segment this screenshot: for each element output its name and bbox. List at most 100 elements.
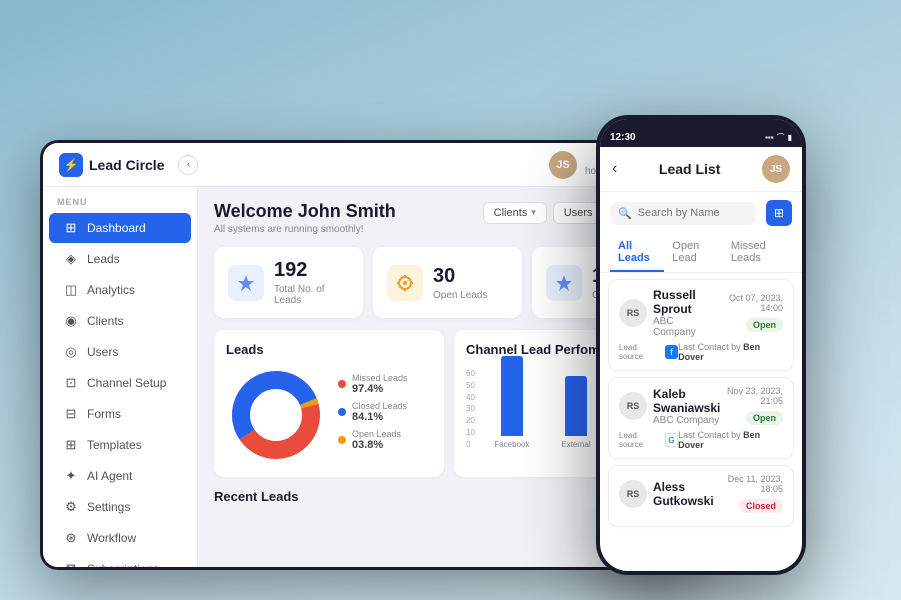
sidebar-item-templates[interactable]: ⊞ Templates — [49, 430, 191, 460]
sidebar-item-dashboard[interactable]: ⊞ Dashboard — [49, 213, 191, 243]
y-label-60: 60 — [466, 369, 475, 378]
lead-2-source: Lead source G — [619, 431, 678, 449]
lead-2-date: Nov 23, 2023, 21:05 — [722, 386, 783, 406]
sidebar-item-leads[interactable]: ◈ Leads — [49, 244, 191, 274]
stat-card-total-leads: 192 Total No. of Leads — [214, 247, 363, 318]
clients-chevron: ▾ — [531, 207, 536, 218]
stat-total-leads-info: 192 Total No. of Leads — [274, 259, 349, 306]
sidebar-item-ai-agent[interactable]: ✦ AI Agent — [49, 461, 191, 491]
lead-2-name: Kaleb Swaniawski — [653, 387, 722, 415]
sidebar-label-forms: Forms — [87, 407, 121, 421]
clients-filter[interactable]: Clients ▾ — [483, 202, 547, 224]
channel-setup-icon: ⊡ — [63, 375, 79, 391]
legend-open: Open Leads 03.8% — [338, 429, 432, 451]
lead-card-2[interactable]: RS Kaleb Swaniawski ABC Company Nov 23, … — [608, 377, 794, 459]
sidebar-item-forms[interactable]: ⊟ Forms — [49, 399, 191, 429]
back-button[interactable]: ‹ — [612, 160, 617, 178]
tab-open-lead[interactable]: Open Lead — [664, 234, 723, 272]
sidebar-item-channel-setup[interactable]: ⊡ Channel Setup — [49, 368, 191, 398]
lead-1-name-row: RS Russell Sprout ABC Company — [619, 288, 717, 338]
legend-items: Missed Leads 97.4% Closed Leads 84.1% — [338, 373, 432, 457]
google-source-icon: G — [665, 433, 678, 447]
tab-missed-leads[interactable]: Missed Leads — [723, 234, 792, 272]
open-pct: 03.8% — [352, 439, 401, 451]
lead-1-last-contact: Last Contact by Ben Dover — [678, 342, 783, 362]
lead-3-date: Dec 11, 2023, 18:05 — [720, 474, 783, 494]
phone-header: ‹ Lead List JS — [600, 147, 802, 192]
total-leads-icon — [228, 265, 264, 301]
lead-3-avatar: RS — [619, 480, 647, 508]
bar-facebook-fill — [501, 356, 523, 436]
sidebar-item-clients[interactable]: ◉ Clients — [49, 306, 191, 336]
bar-external-label: External — [561, 440, 590, 449]
lead-1-contact-name: Ben Dover — [678, 342, 760, 362]
lead-card-1[interactable]: RS Russell Sprout ABC Company Oct 07, 20… — [608, 279, 794, 371]
lead-2-name-row: RS Kaleb Swaniawski ABC Company — [619, 387, 722, 426]
sidebar-label-settings: Settings — [87, 500, 130, 514]
phone-device: 12:30 ▪▪▪ ⌒ ▮ ‹ Lead List JS 🔍 ⊞ — [596, 115, 806, 575]
lead-1-company: ABC Company — [653, 316, 717, 338]
lead-2-right: Nov 23, 2023, 21:05 Open — [722, 386, 783, 426]
sidebar-label-clients: Clients — [87, 314, 124, 328]
lead-3-right: Dec 11, 2023, 18:05 Closed — [720, 474, 783, 514]
dashboard-icon: ⊞ — [63, 220, 79, 236]
sidebar-label-subscriptions: Subscriptions — [87, 562, 159, 567]
bar-facebook: Facebook — [483, 356, 541, 449]
lead-2-footer: Lead source G Last Contact by Ben Dover — [619, 430, 783, 450]
lead-2-company: ABC Company — [653, 415, 722, 426]
sidebar-label-users: Users — [87, 345, 118, 359]
sidebar-item-settings[interactable]: ⚙ Settings — [49, 492, 191, 522]
bar-facebook-label: Facebook — [494, 440, 529, 449]
lead-2-info: Kaleb Swaniawski ABC Company — [653, 387, 722, 426]
ai-agent-icon: ✦ — [63, 468, 79, 484]
sidebar-item-analytics[interactable]: ◫ Analytics — [49, 275, 191, 305]
tab-all-leads[interactable]: All Leads — [610, 234, 664, 272]
closed-label: Closed Leads — [352, 401, 407, 411]
closed-pct: 84.1% — [352, 411, 407, 423]
lead-3-info: Aless Gutkowski — [653, 480, 720, 508]
lead-2-source-label: Lead source — [619, 431, 661, 449]
missed-info: Missed Leads 97.4% — [352, 373, 408, 395]
stat-open-leads-info: 30 Open Leads — [433, 265, 488, 301]
forms-icon: ⊟ — [63, 406, 79, 422]
stat-card-open-leads: 30 Open Leads — [373, 247, 522, 318]
sidebar-label-analytics: Analytics — [87, 283, 135, 297]
leads-chart-title: Leads — [226, 342, 432, 357]
phone-status-icons: ▪▪▪ ⌒ ▮ — [765, 132, 792, 143]
y-label-30: 30 — [466, 404, 475, 413]
donut-chart — [226, 365, 326, 465]
lead-card-3[interactable]: RS Aless Gutkowski Dec 11, 2023, 18:05 C… — [608, 465, 794, 527]
lead-card-1-header: RS Russell Sprout ABC Company Oct 07, 20… — [619, 288, 783, 338]
legend-missed: Missed Leads 97.4% — [338, 373, 432, 395]
missed-dot — [338, 380, 346, 388]
open-leads-label: Open Leads — [433, 290, 488, 301]
sidebar-item-users[interactable]: ◎ Users — [49, 337, 191, 367]
search-box: 🔍 — [610, 202, 756, 225]
lead-cards-list: RS Russell Sprout ABC Company Oct 07, 20… — [600, 273, 802, 571]
user-avatar: JS — [549, 151, 577, 179]
phone-user-avatar: JS — [762, 155, 790, 183]
collapse-button[interactable]: ‹ — [178, 155, 198, 175]
y-label-50: 50 — [466, 381, 475, 390]
sidebar-label-leads: Leads — [87, 252, 120, 266]
welcome-section: Welcome John Smith All systems are runni… — [214, 201, 396, 235]
phone-status-bar: 12:30 ▪▪▪ ⌒ ▮ — [600, 119, 802, 147]
battery-icon: ▮ — [788, 133, 792, 142]
templates-icon: ⊞ — [63, 437, 79, 453]
bar-external-fill — [565, 376, 587, 436]
lead-2-contact-name: Ben Dover — [678, 430, 760, 450]
search-row: 🔍 ⊞ — [610, 200, 792, 226]
y-label-40: 40 — [466, 393, 475, 402]
sidebar: MENU ⊞ Dashboard ◈ Leads ◫ Analytics ◉ C… — [43, 187, 198, 567]
lead-2-badge-wrap: Open — [722, 408, 783, 426]
open-info: Open Leads 03.8% — [352, 429, 401, 451]
closed-leads-icon — [546, 265, 582, 301]
phone-filter-button[interactable]: ⊞ — [766, 200, 792, 226]
sidebar-item-subscriptions[interactable]: ⊠ Subscriptions — [49, 554, 191, 567]
sidebar-item-workflow[interactable]: ⊛ Workflow — [49, 523, 191, 553]
missed-label: Missed Leads — [352, 373, 408, 383]
search-input[interactable] — [638, 207, 748, 219]
lead-1-badge: Open — [746, 318, 783, 332]
open-dot — [338, 436, 346, 444]
total-leads-value: 192 — [274, 259, 349, 282]
